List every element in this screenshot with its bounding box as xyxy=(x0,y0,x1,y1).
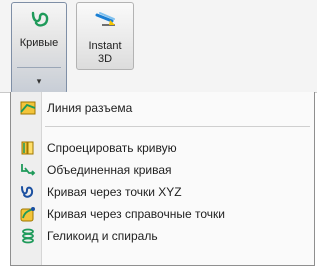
menu-item-curve-through-reference-points[interactable]: Кривая через справочные точки xyxy=(11,203,314,224)
curve-through-reference-points-icon xyxy=(20,206,36,222)
composite-curve-icon xyxy=(20,162,36,178)
menu-item-label: Геликоид и спираль xyxy=(47,229,158,243)
dropdown-arrow-icon[interactable]: ▾ xyxy=(12,75,66,88)
menu-separator xyxy=(45,126,310,127)
ribbon-toolbar: Кривые ▾ Instant 3D xyxy=(0,0,317,94)
helix-spiral-icon xyxy=(20,228,36,244)
instant3d-icon xyxy=(94,9,118,33)
button-divider xyxy=(17,67,61,68)
menu-item-curve-through-xyz[interactable]: Кривая через точки XYZ xyxy=(11,181,314,202)
instant3d-button-label: Instant 3D xyxy=(88,40,122,65)
curve-through-xyz-icon xyxy=(20,184,36,200)
menu-item-label: Объединенная кривая xyxy=(47,163,172,177)
curve-icon xyxy=(30,9,52,35)
split-line-icon xyxy=(20,100,36,116)
instant3d-button[interactable]: Instant 3D xyxy=(76,2,134,70)
projected-curve-icon xyxy=(20,140,36,156)
menu-item-label: Линия разъема xyxy=(47,101,133,115)
menu-item-split-line[interactable]: Линия разъема xyxy=(11,97,314,118)
curves-button-label: Кривые xyxy=(19,37,59,49)
menu-item-projected-curve[interactable]: Спроецировать кривую xyxy=(11,137,314,158)
menu-item-label: Кривая через точки XYZ xyxy=(47,185,182,199)
curves-button[interactable]: Кривые ▾ xyxy=(11,2,67,94)
menu-item-label: Кривая через справочные точки xyxy=(47,207,225,221)
menu-item-composite-curve[interactable]: Объединенная кривая xyxy=(11,159,314,180)
curves-dropdown-menu: Линия разъема Спроецировать кривую Объед… xyxy=(10,92,315,266)
menu-item-label: Спроецировать кривую xyxy=(47,141,177,155)
menu-item-helix-spiral[interactable]: Геликоид и спираль xyxy=(11,225,314,246)
